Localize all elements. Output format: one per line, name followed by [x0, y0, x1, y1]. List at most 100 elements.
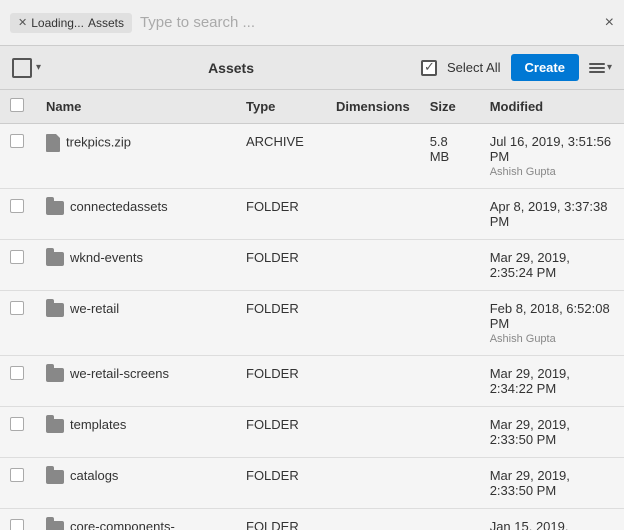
row-4-size	[420, 356, 480, 407]
row-0-modified-date: Jul 16, 2019, 3:51:56 PM	[490, 134, 614, 164]
header-checkbox[interactable]	[10, 98, 24, 112]
row-7-modified-date: Jan 15, 2019, 8:16:26 PM	[490, 519, 614, 530]
row-7-checkbox[interactable]	[10, 519, 24, 530]
row-2-dimensions	[326, 240, 420, 291]
folder-icon	[46, 419, 64, 433]
folder-icon	[46, 368, 64, 382]
panel-toggle-icon	[12, 58, 32, 78]
row-2-type: FOLDER	[236, 240, 326, 291]
row-6-dimensions	[326, 458, 420, 509]
row-6-type: FOLDER	[236, 458, 326, 509]
table-row[interactable]: we-retail-screensFOLDER Mar 29, 2019, 2:3…	[0, 356, 624, 407]
row-4-dimensions	[326, 356, 420, 407]
row-7-checkbox-cell	[0, 509, 36, 530]
toolbar-title: Assets	[49, 60, 413, 76]
row-4-type: FOLDER	[236, 356, 326, 407]
row-5-name: templates	[70, 417, 126, 432]
row-1-name-cell: connectedassets	[36, 189, 236, 240]
row-5-modified: Mar 29, 2019, 2:33:50 PM	[480, 407, 624, 458]
folder-icon	[46, 252, 64, 266]
row-5-size	[420, 407, 480, 458]
table-row[interactable]: we-retailFOLDERFeb 8, 2018, 6:52:08 PMAs…	[0, 291, 624, 356]
row-5-checkbox[interactable]	[10, 417, 24, 431]
col-header-size: Size	[420, 90, 480, 124]
table-row[interactable]: templates FOLDER Mar 29, 2019, 2:33:50 PM	[0, 407, 624, 458]
row-1-checkbox-cell	[0, 189, 36, 240]
row-2-checkbox[interactable]	[10, 250, 24, 264]
tab-loading-label: Loading...	[31, 16, 84, 30]
create-button[interactable]: Create	[511, 54, 579, 81]
row-0-checkbox[interactable]	[10, 134, 24, 148]
tab-assets-label: Assets	[88, 16, 124, 30]
row-3-modified: Feb 8, 2018, 6:52:08 PMAshish Gupta	[480, 291, 624, 356]
row-7-dimensions	[326, 509, 420, 530]
col-header-modified: Modified	[480, 90, 624, 124]
row-6-modified-date: Mar 29, 2019, 2:33:50 PM	[490, 468, 614, 498]
row-3-name: we-retail	[70, 301, 119, 316]
row-6-name: catalogs	[70, 468, 118, 483]
row-5-name-cell: templates	[36, 407, 236, 458]
row-6-checkbox[interactable]	[10, 468, 24, 482]
list-options-chevron: ▾	[607, 62, 612, 73]
list-options-button[interactable]: ▾	[589, 62, 612, 73]
table-row[interactable]: wknd-eventsFOLDERMar 29, 2019, 2:35:24 P…	[0, 240, 624, 291]
row-0-modified: Jul 16, 2019, 3:51:56 PMAshish Gupta	[480, 124, 624, 189]
row-4-name-cell: we-retail-screens	[36, 356, 236, 407]
search-input[interactable]	[140, 14, 597, 31]
search-bar: ✕ Loading... Assets ×	[0, 0, 624, 46]
row-5-type: FOLDER	[236, 407, 326, 458]
row-3-name-cell: we-retail	[36, 291, 236, 356]
row-0-name-cell: trekpics.zip	[36, 124, 236, 189]
table-body: trekpics.zipARCHIVE5.8 MBJul 16, 2019, 3…	[0, 124, 624, 530]
row-2-checkbox-cell	[0, 240, 36, 291]
close-tab-button[interactable]: ✕ Loading... Assets	[10, 13, 132, 33]
row-0-name: trekpics.zip	[66, 134, 131, 149]
list-options-icon	[589, 63, 605, 73]
row-3-checkbox[interactable]	[10, 301, 24, 315]
chevron-down-icon[interactable]: ▾	[36, 62, 41, 73]
row-1-name: connectedassets	[70, 199, 168, 214]
row-1-type: FOLDER	[236, 189, 326, 240]
toolbar-left: ▾	[12, 58, 41, 78]
row-3-dimensions	[326, 291, 420, 356]
table-container: Name Type Dimensions Size Modified trekp…	[0, 90, 624, 530]
row-6-checkbox-cell	[0, 458, 36, 509]
row-0-dimensions	[326, 124, 420, 189]
table-row[interactable]: catalogs FOLDER Mar 29, 2019, 2:33:50 PM	[0, 458, 624, 509]
table-header: Name Type Dimensions Size Modified	[0, 90, 624, 124]
row-5-checkbox-cell	[0, 407, 36, 458]
row-7-type: FOLDER	[236, 509, 326, 530]
table-row[interactable]: connectedassets FOLDER Apr 8, 2019, 3:37:3…	[0, 189, 624, 240]
row-1-modified: Apr 8, 2019, 3:37:38 PM	[480, 189, 624, 240]
row-7-name-cell: core-components-examples	[36, 509, 236, 530]
row-2-modified: Mar 29, 2019, 2:35:24 PM	[480, 240, 624, 291]
table-row[interactable]: core-components-examples FOLDER Jan 15, 20…	[0, 509, 624, 530]
row-1-checkbox[interactable]	[10, 199, 24, 213]
row-5-modified-date: Mar 29, 2019, 2:33:50 PM	[490, 417, 614, 447]
select-all-checkbox[interactable]	[421, 60, 437, 76]
row-1-modified-date: Apr 8, 2019, 3:37:38 PM	[490, 199, 614, 229]
row-3-modified-user: Ashish Gupta	[490, 333, 614, 345]
row-2-modified-date: Mar 29, 2019, 2:35:24 PM	[490, 250, 614, 280]
folder-icon	[46, 470, 64, 484]
toolbar: ▾ Assets Select All Create ▾	[0, 46, 624, 90]
row-7-name: core-components-examples	[46, 519, 175, 530]
row-4-checkbox[interactable]	[10, 366, 24, 380]
col-checkbox	[0, 90, 36, 124]
table-row[interactable]: trekpics.zipARCHIVE5.8 MBJul 16, 2019, 3…	[0, 124, 624, 189]
row-4-checkbox-cell	[0, 356, 36, 407]
close-tab-icon: ✕	[18, 16, 27, 29]
search-close-button[interactable]: ×	[605, 14, 614, 32]
row-1-dimensions	[326, 189, 420, 240]
col-header-type: Type	[236, 90, 326, 124]
toolbar-right: Select All Create ▾	[421, 54, 612, 81]
row-4-modified-date: Mar 29, 2019, 2:34:22 PM	[490, 366, 614, 396]
row-6-size	[420, 458, 480, 509]
row-6-modified: Mar 29, 2019, 2:33:50 PM	[480, 458, 624, 509]
row-7-size	[420, 509, 480, 530]
assets-table: Name Type Dimensions Size Modified trekp…	[0, 90, 624, 530]
folder-icon	[46, 201, 64, 215]
row-1-size	[420, 189, 480, 240]
row-0-checkbox-cell	[0, 124, 36, 189]
folder-icon	[46, 303, 64, 317]
